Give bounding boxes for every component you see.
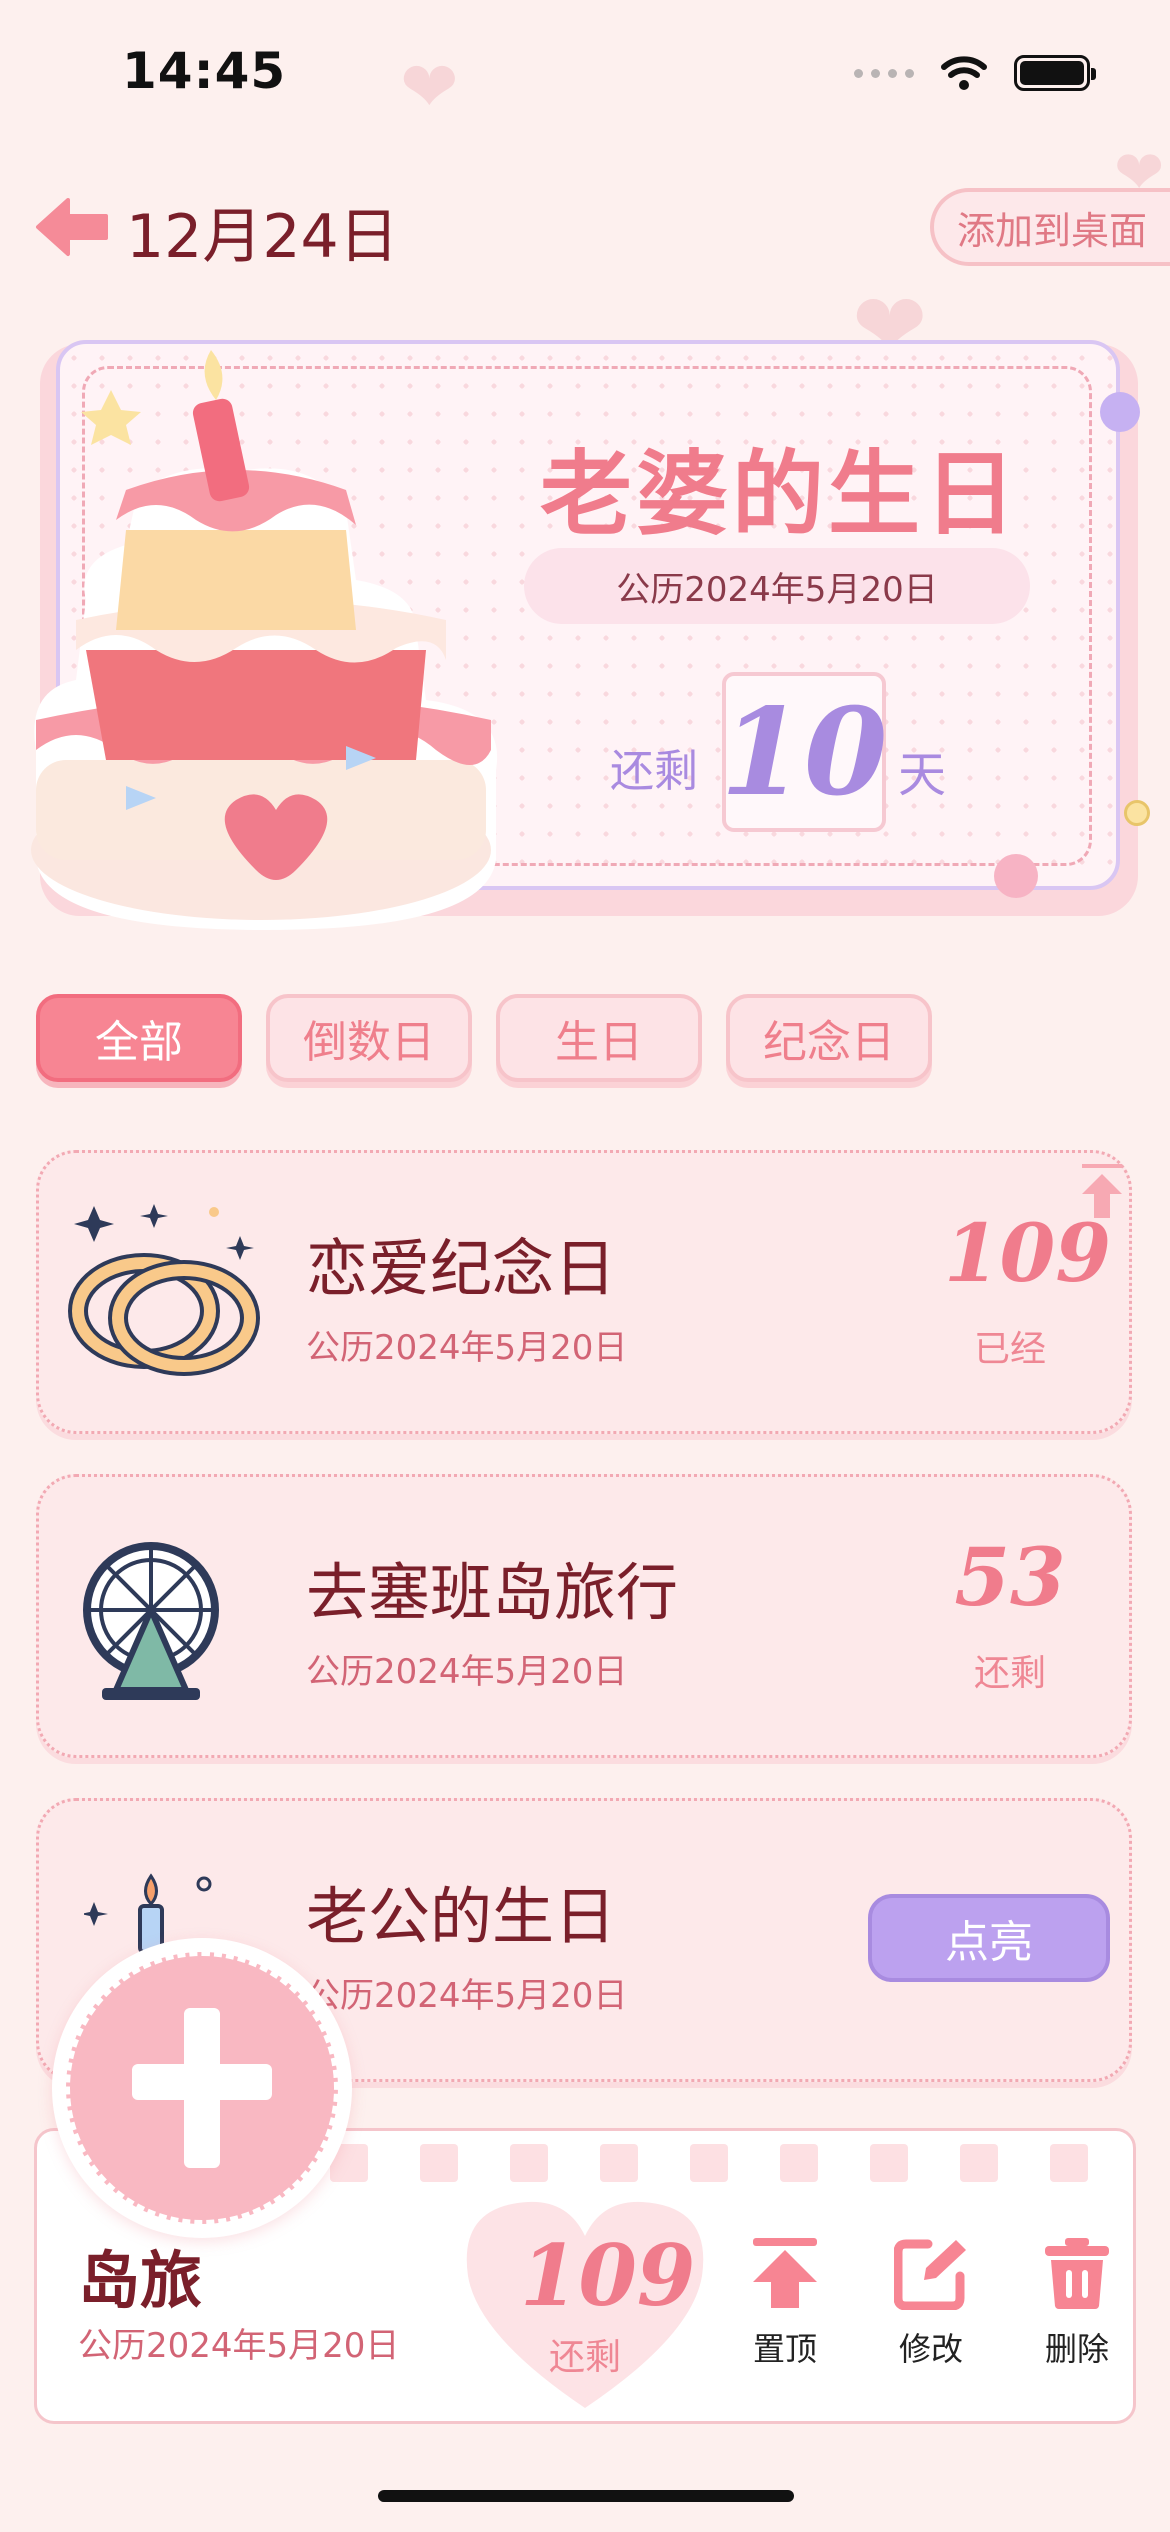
event-count: 53 — [954, 1530, 1066, 1624]
hero-remaining-label: 还剩 — [610, 746, 698, 797]
ferris-wheel-icon — [83, 1542, 219, 1700]
edit-icon — [894, 2239, 966, 2310]
edit-button[interactable]: 修改 — [876, 2236, 986, 2370]
event-status: 已经 — [973, 1329, 1046, 1370]
pin-label: 置顶 — [752, 2330, 817, 2368]
event-count: 109 — [944, 1206, 1111, 1300]
hero-day-unit: 天 — [898, 747, 947, 803]
event-title: 去塞班岛旅行 — [306, 1556, 679, 1629]
trash-icon — [1045, 2238, 1109, 2309]
detail-date: 公历2024年5月20日 — [78, 2326, 400, 2366]
event-date: 公历2024年5月20日 — [306, 1652, 628, 1692]
plus-icon — [132, 2008, 272, 2168]
tab-countdown[interactable]: 倒数日 — [266, 994, 472, 1082]
ball-decoration — [1124, 800, 1150, 826]
detail-title: 岛旅 — [78, 2244, 203, 2317]
delete-button[interactable]: 删除 — [1022, 2236, 1132, 2370]
back-arrow-icon[interactable] — [34, 196, 110, 258]
panel-decoration — [330, 2144, 1088, 2182]
status-time: 14:45 — [122, 42, 287, 100]
event-date: 公历2024年5月20日 — [306, 1328, 628, 1368]
pin-top-icon — [753, 2238, 817, 2308]
detail-count: 109 — [520, 2226, 696, 2325]
light-up-button[interactable]: 点亮 — [868, 1894, 1110, 1982]
rings-icon — [68, 1204, 260, 1376]
ball-decoration — [1100, 392, 1140, 432]
wifi-icon — [941, 56, 987, 90]
battery-icon — [1014, 55, 1096, 91]
hero-days-count: 10 — [721, 672, 888, 832]
home-indicator[interactable] — [378, 2490, 794, 2502]
event-title: 老公的生日 — [306, 1880, 617, 1953]
detail-status: 还剩 — [548, 2337, 621, 2378]
event-title: 恋爱纪念日 — [306, 1232, 617, 1305]
tab-birthday[interactable]: 生日 — [496, 994, 702, 1082]
edit-label: 修改 — [898, 2330, 963, 2368]
event-status: 还剩 — [973, 1653, 1046, 1694]
page-title: 12月24日 — [126, 202, 399, 272]
hero-date: 公历2024年5月20日 — [524, 548, 1030, 624]
heart-decoration-icon: ❤ — [400, 46, 459, 128]
pin-to-top-button[interactable]: 置顶 — [730, 2236, 840, 2370]
hero-title: 老婆的生日 — [540, 441, 1021, 548]
event-date: 公历2024年5月20日 — [306, 1976, 628, 2016]
signal-dots-icon — [854, 68, 914, 78]
tab-anniversary[interactable]: 纪念日 — [726, 994, 932, 1082]
add-to-desktop-button[interactable]: 添加到桌面 — [930, 188, 1170, 266]
tab-all[interactable]: 全部 — [36, 994, 242, 1082]
ball-decoration — [994, 854, 1038, 898]
add-event-button[interactable] — [52, 1938, 352, 2238]
birthday-cake-icon — [31, 350, 498, 930]
status-icons — [854, 55, 1096, 91]
delete-label: 删除 — [1044, 2330, 1109, 2368]
